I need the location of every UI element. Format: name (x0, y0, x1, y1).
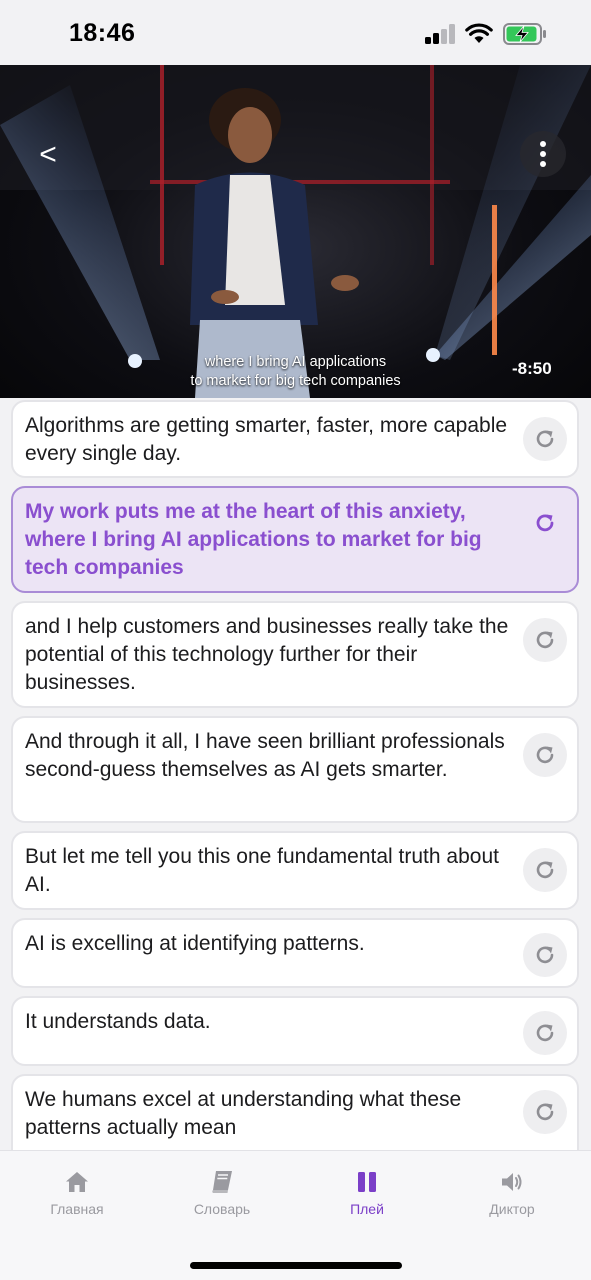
tab-home-label: Главная (50, 1201, 104, 1217)
transcript-item-active[interactable]: My work puts me at the heart of this anx… (11, 486, 579, 593)
replay-icon (536, 1103, 554, 1121)
transcript-item[interactable]: and I help customers and businesses real… (11, 601, 579, 708)
replay-icon (536, 631, 554, 649)
transcript-text: My work puts me at the heart of this anx… (25, 500, 482, 579)
tab-bar: Главная Словарь Плей Диктор (0, 1150, 591, 1280)
tab-play[interactable]: Плей (307, 1169, 427, 1217)
transcript-item[interactable]: But let me tell you this one fundamental… (11, 831, 579, 910)
transcript-text: But let me tell you this one fundamental… (25, 845, 499, 896)
cellular-signal-icon (425, 24, 457, 44)
replay-button[interactable] (523, 618, 567, 662)
replay-button[interactable] (523, 501, 567, 545)
replay-icon (536, 746, 554, 764)
replay-icon (536, 1024, 554, 1042)
transcript-item[interactable]: It understands data. (11, 996, 579, 1066)
home-indicator (190, 1262, 402, 1269)
tab-play-label: Плей (350, 1201, 384, 1217)
tab-dictionary-label: Словарь (193, 1201, 251, 1217)
replay-button[interactable] (523, 933, 567, 977)
tab-narrator-label: Диктор (489, 1201, 535, 1217)
transcript-item[interactable]: AI is excelling at identifying patterns. (11, 918, 579, 988)
transcript-item[interactable]: We humans excel at understanding what th… (11, 1074, 579, 1150)
subtitle-line-2: to market for big tech companies (190, 373, 401, 389)
transcript-text: It understands data. (25, 1010, 211, 1033)
more-vertical-icon (540, 141, 546, 147)
transcript-text: Algorithms are getting smarter, faster, … (25, 414, 508, 465)
speaker-icon (502, 1173, 522, 1191)
more-vertical-icon-dot (540, 161, 546, 167)
replay-button[interactable] (523, 733, 567, 777)
transcript-text: And through it all, I have seen brillian… (25, 730, 505, 781)
transcript-text: We humans excel at understanding what th… (25, 1088, 462, 1139)
replay-button[interactable] (523, 1011, 567, 1055)
tab-narrator[interactable]: Диктор (452, 1169, 572, 1217)
battery-charging-icon (503, 23, 546, 45)
transcript-text: and I help customers and businesses real… (25, 615, 509, 694)
video-frame (0, 65, 591, 398)
replay-button[interactable] (523, 848, 567, 892)
replay-icon (536, 514, 554, 532)
home-icon (66, 1172, 88, 1192)
transcript-item[interactable]: And through it all, I have seen brillian… (11, 716, 579, 823)
book-icon (212, 1171, 232, 1193)
pause-icon (358, 1172, 376, 1192)
replay-button[interactable] (523, 417, 567, 461)
subtitle-line-1: where I bring AI applications (204, 354, 387, 370)
replay-button[interactable] (523, 1090, 567, 1134)
replay-icon (536, 430, 554, 448)
transcript-list[interactable]: Algorithms are getting smarter, faster, … (0, 398, 591, 1150)
more-options-button[interactable] (520, 131, 566, 177)
transcript-text: AI is excelling at identifying patterns. (25, 932, 365, 955)
transcript-item[interactable]: Algorithms are getting smarter, faster, … (11, 400, 579, 478)
back-button[interactable]: < (30, 135, 66, 175)
status-bar: 18:46 (0, 0, 591, 64)
tab-dictionary[interactable]: Словарь (162, 1169, 282, 1217)
replay-icon (536, 861, 554, 879)
more-vertical-icon-dot (540, 151, 546, 157)
status-time: 18:46 (69, 19, 136, 47)
wifi-icon (465, 23, 493, 43)
replay-icon (536, 946, 554, 964)
tab-home[interactable]: Главная (17, 1169, 137, 1217)
video-player[interactable]: < where I bring AI applications to marke… (0, 65, 591, 398)
time-remaining: -8:50 (512, 359, 552, 378)
